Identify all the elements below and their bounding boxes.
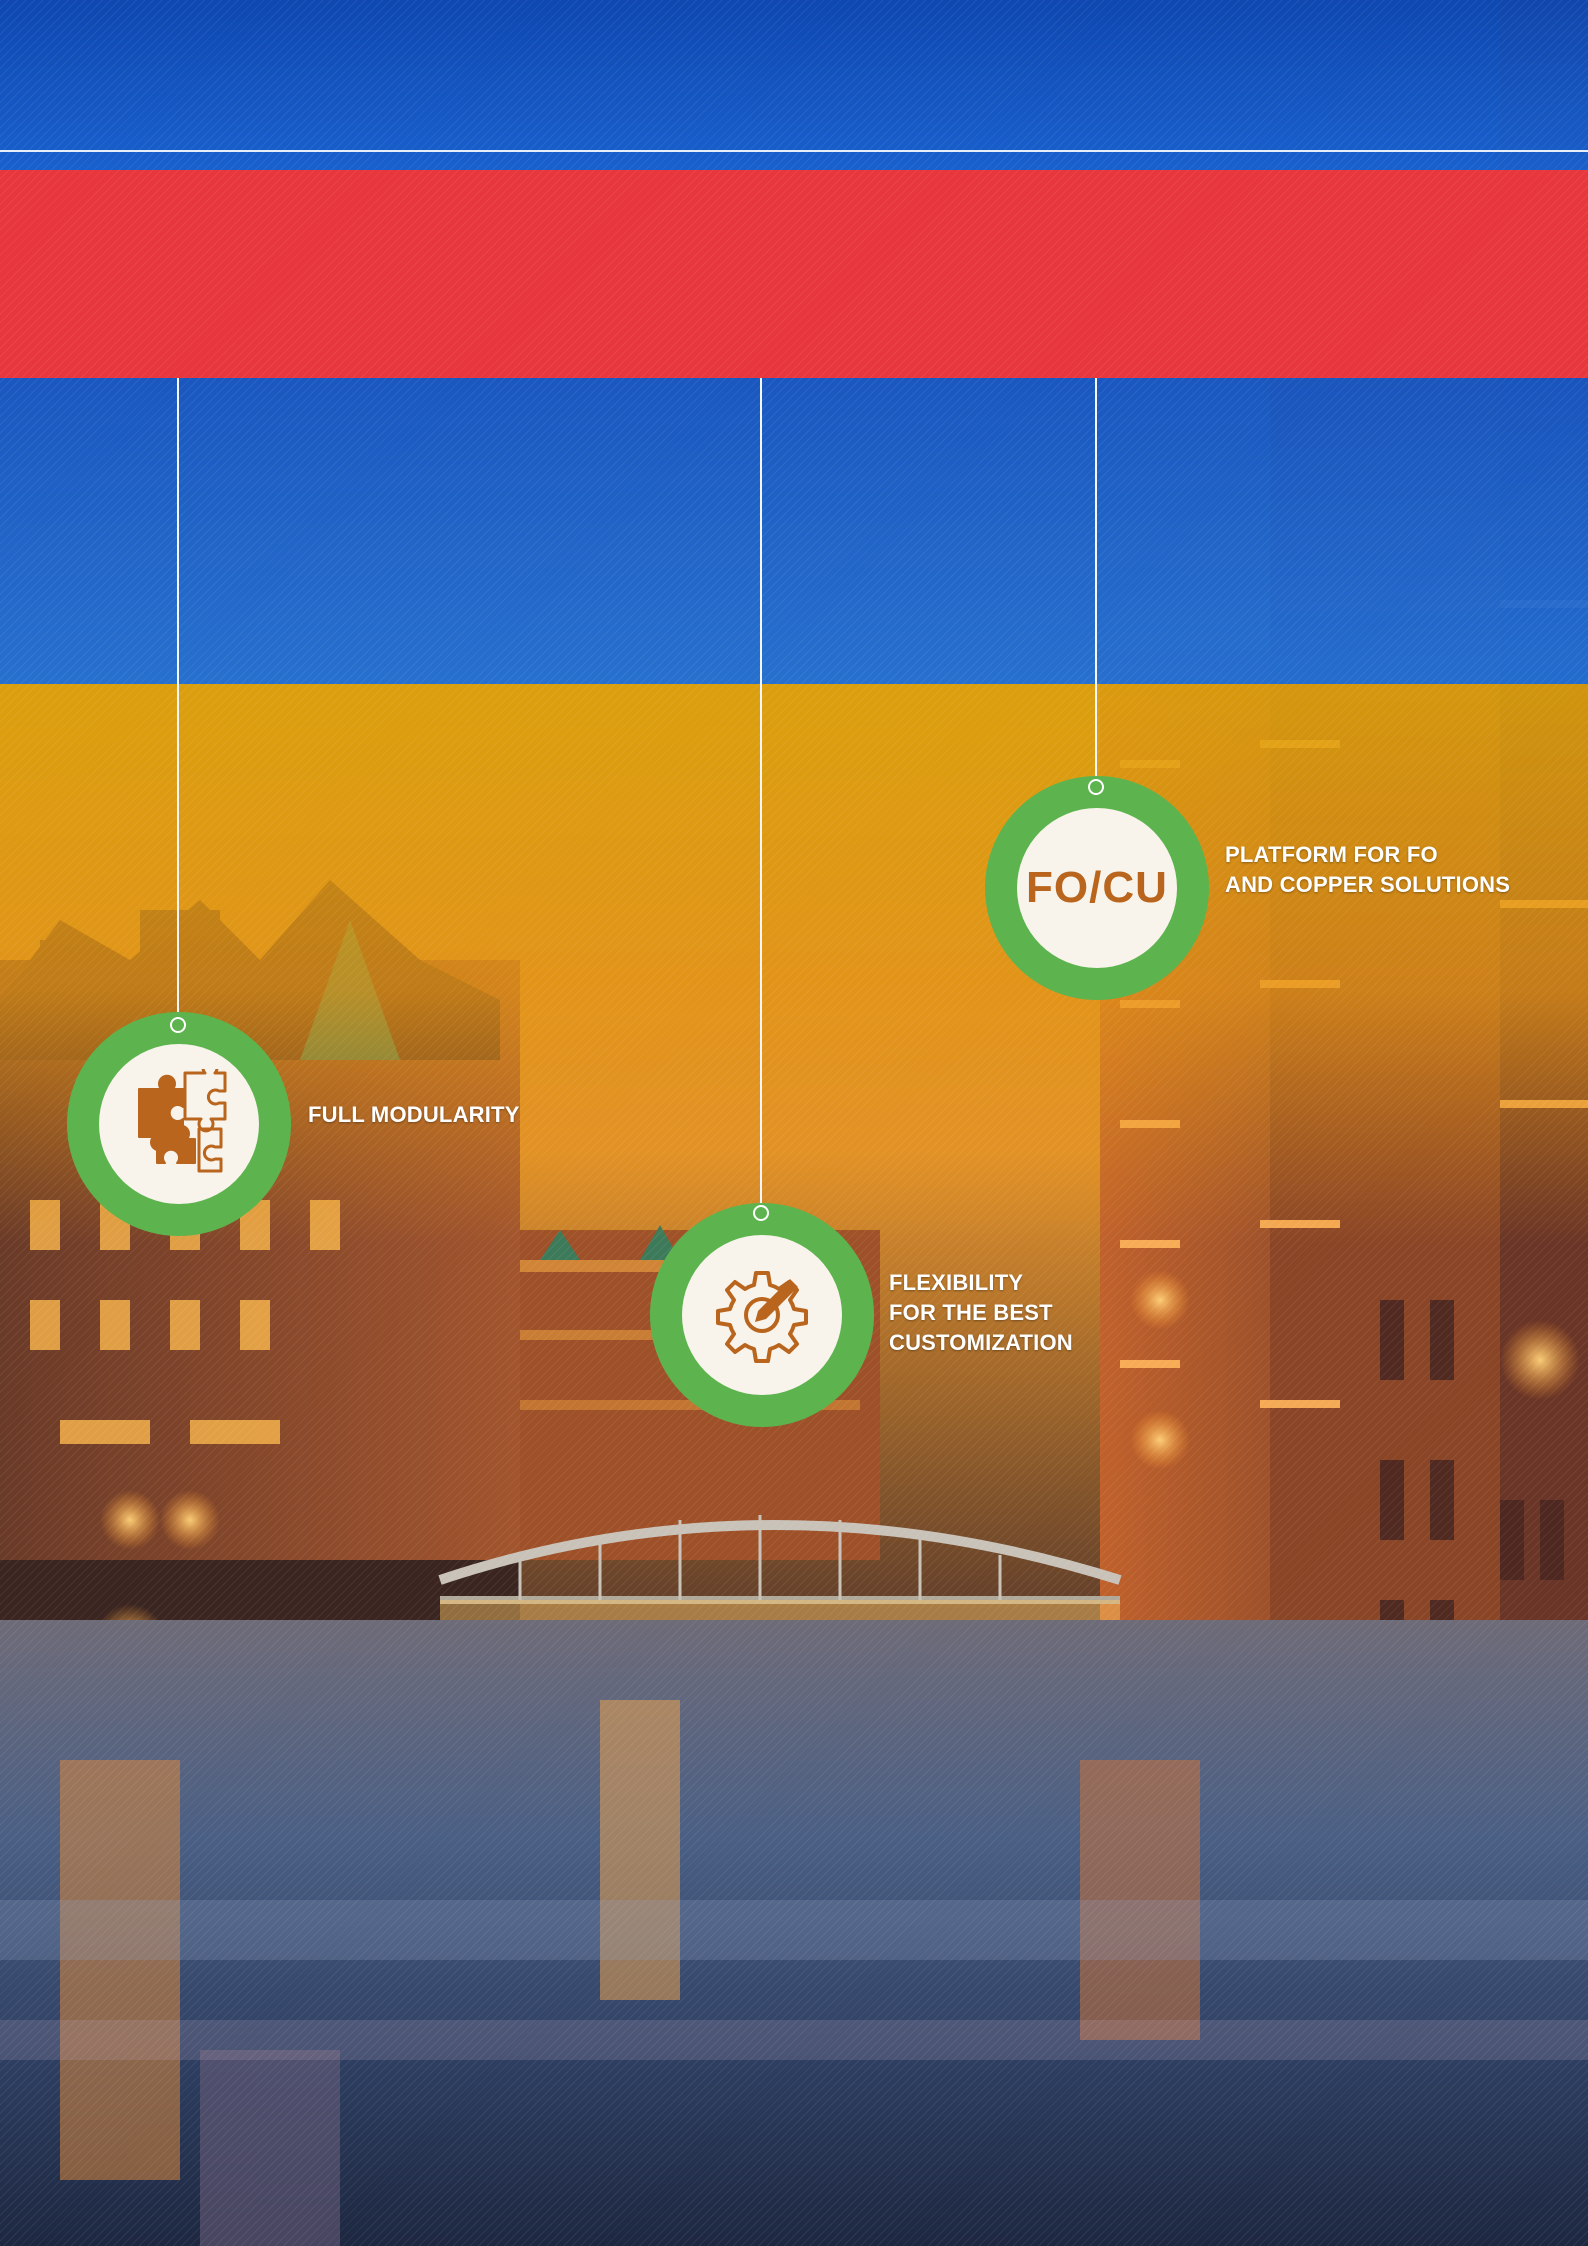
middle-blue-band bbox=[0, 378, 1588, 684]
flexibility-label: FLEXIBILITY FOR THE BEST CUSTOMIZATION bbox=[889, 1268, 1073, 1358]
puzzle-icon bbox=[138, 1069, 227, 1173]
brochure-page: FULL MODULARITY FLEXIBILITY FOR THE BEST… bbox=[0, 0, 1588, 2246]
flexibility-badge bbox=[650, 1203, 874, 1427]
hanging-line-flexibility bbox=[760, 378, 762, 1213]
hanging-line-modularity bbox=[177, 378, 179, 1026]
modularity-pin bbox=[170, 1017, 186, 1033]
platform-line-2: AND COPPER SOLUTIONS bbox=[1225, 872, 1511, 897]
modularity-badge-inner bbox=[99, 1044, 259, 1204]
hanging-line-platform bbox=[1095, 378, 1097, 782]
gear-pencil-icon bbox=[716, 1271, 808, 1363]
platform-label: PLATFORM FOR FO AND COPPER SOLUTIONS bbox=[1225, 840, 1510, 900]
top-divider-line bbox=[0, 150, 1588, 152]
top-blue-band bbox=[0, 0, 1588, 170]
platform-pin bbox=[1088, 779, 1104, 795]
flexibility-line-3: CUSTOMIZATION bbox=[889, 1330, 1073, 1355]
modularity-line-1: FULL MODULARITY bbox=[308, 1102, 520, 1127]
platform-line-1: PLATFORM FOR FO bbox=[1225, 842, 1438, 867]
red-band bbox=[0, 170, 1588, 378]
flexibility-badge-inner bbox=[682, 1235, 842, 1395]
fo-cu-icon-text: FO/CU bbox=[1026, 863, 1168, 912]
flexibility-line-2: FOR THE BEST bbox=[889, 1300, 1053, 1325]
platform-badge-inner: FO/CU bbox=[1017, 808, 1177, 968]
modularity-badge bbox=[67, 1012, 291, 1236]
flexibility-pin bbox=[753, 1205, 769, 1221]
platform-badge: FO/CU bbox=[985, 776, 1209, 1000]
modularity-label: FULL MODULARITY bbox=[308, 1100, 520, 1130]
flexibility-line-1: FLEXIBILITY bbox=[889, 1270, 1024, 1295]
